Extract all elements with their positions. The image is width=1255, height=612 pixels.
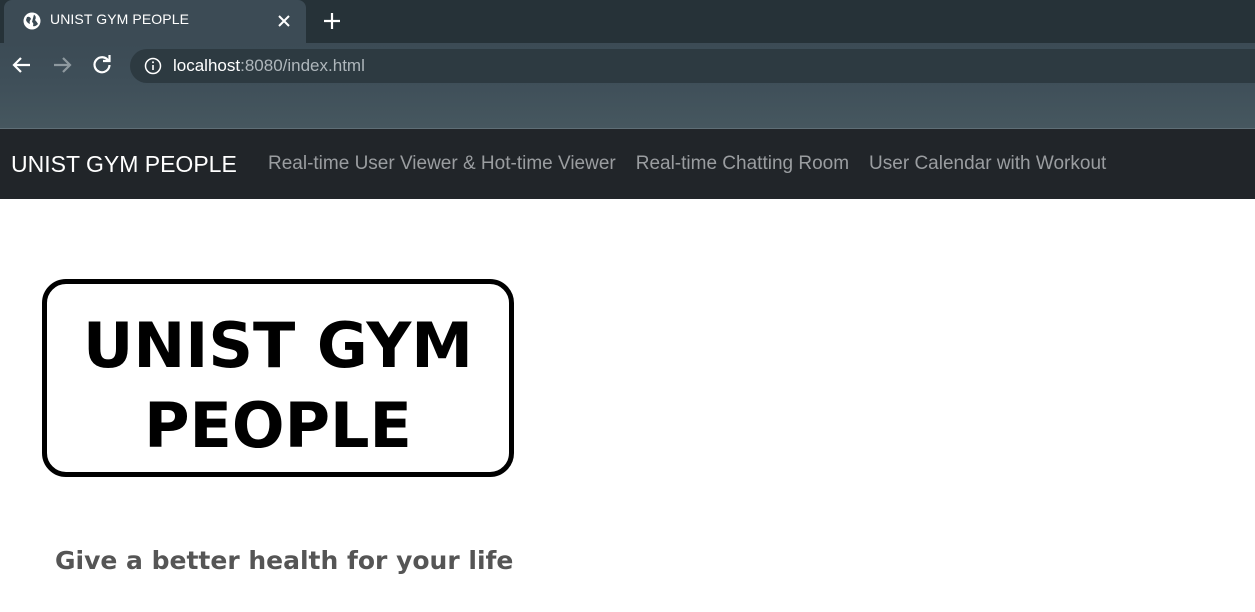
browser-tab[interactable]: UNIST GYM PEOPLE [4,0,306,43]
site-navbar: UNIST GYM PEOPLE Real-time User Viewer &… [0,129,1255,199]
url-path: :8080/index.html [240,56,365,75]
reload-icon[interactable] [90,53,114,77]
logo-line-1: UNIST GYM [83,309,473,382]
browser-tabstrip: UNIST GYM PEOPLE [0,0,1255,43]
forward-arrow-icon[interactable] [50,53,74,77]
navbar-brand[interactable]: UNIST GYM PEOPLE [11,151,237,178]
nav-link-user-calendar[interactable]: User Calendar with Workout [869,153,1106,175]
address-bar[interactable]: localhost:8080/index.html [130,49,1255,83]
close-icon[interactable] [274,11,294,31]
globe-icon [23,12,41,30]
plus-icon[interactable] [321,10,343,32]
nav-link-user-viewer[interactable]: Real-time User Viewer & Hot-time Viewer [268,153,616,175]
nav-link-chatting-room[interactable]: Real-time Chatting Room [636,153,849,175]
browser-toolbar: localhost:8080/index.html [0,43,1255,129]
logo-text: UNIST GYM PEOPLE [47,306,509,466]
nav-links: Real-time User Viewer & Hot-time Viewer R… [258,153,1116,175]
url-host: localhost [173,56,241,75]
site-logo: UNIST GYM PEOPLE [42,279,514,477]
back-arrow-icon[interactable] [10,53,34,77]
info-icon[interactable] [144,57,162,75]
logo-line-2: PEOPLE [144,389,412,462]
tagline: Give a better health for your life [55,546,514,575]
url-text[interactable]: localhost:8080/index.html [173,56,365,76]
tab-title: UNIST GYM PEOPLE [50,11,190,27]
